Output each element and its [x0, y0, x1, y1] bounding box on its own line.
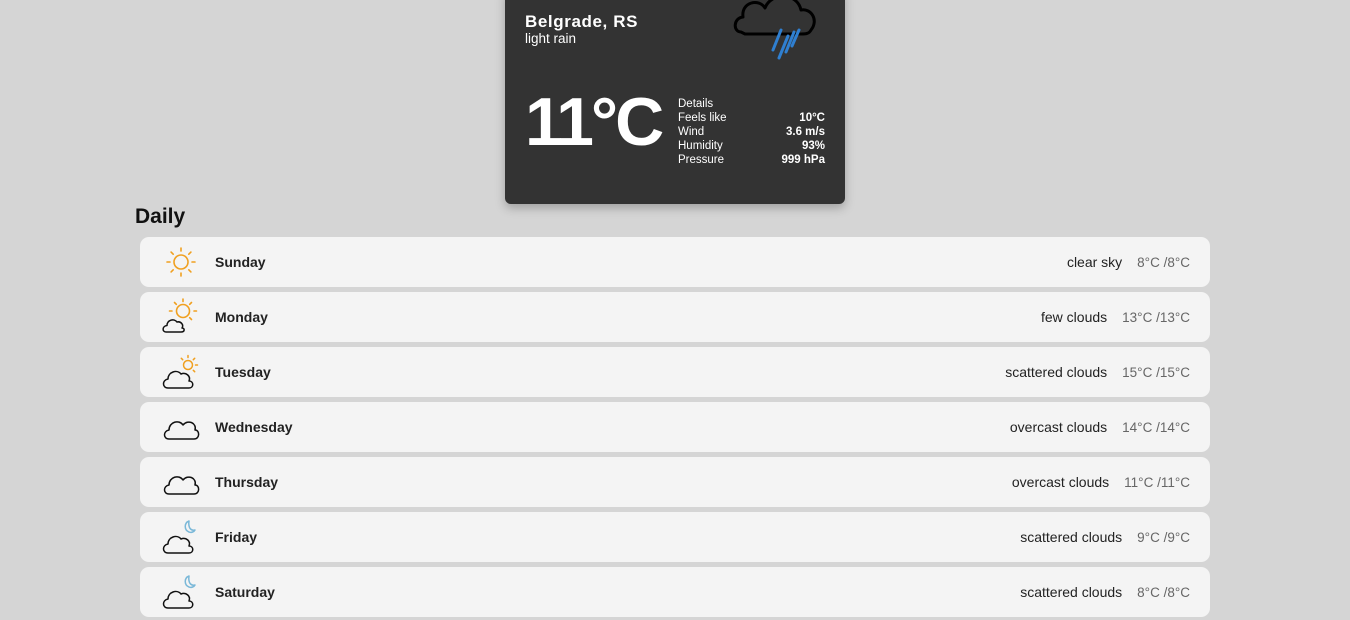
cloud-moon-icon [162, 520, 196, 554]
day-summary: scattered clouds 8°C /8°C [1020, 584, 1190, 600]
daily-row-friday[interactable]: Friday scattered clouds 9°C /9°C [140, 512, 1210, 562]
day-temperature-range: 13°C /13°C [1122, 309, 1190, 325]
day-description: scattered clouds [1005, 364, 1108, 380]
day-description: scattered clouds [1020, 584, 1123, 600]
detail-label: Wind [678, 126, 705, 138]
detail-value: 10°C [799, 112, 825, 124]
detail-label: Pressure [678, 154, 725, 166]
details-title: Details [678, 98, 714, 110]
day-summary: few clouds 13°C /13°C [1041, 309, 1190, 325]
day-name: Saturday [215, 584, 275, 600]
daily-forecast-list: Sunday clear sky 8°C /8°C Monday few clo… [140, 237, 1210, 620]
current-temperature: 11°C [525, 84, 664, 160]
daily-row-wednesday[interactable]: Wednesday overcast clouds 14°C /14°C [140, 402, 1210, 452]
day-summary: overcast clouds 14°C /14°C [1010, 419, 1190, 435]
day-description: overcast clouds [1009, 419, 1108, 435]
current-weather-card: Belgrade, RS light rain 11°C Details Fee… [505, 0, 845, 204]
cloud-sun-icon [162, 354, 199, 389]
detail-label: Feels like [678, 112, 727, 124]
detail-feels-like: Feels like 10°C [678, 111, 825, 125]
day-name: Sunday [215, 254, 266, 270]
day-summary: scattered clouds 15°C /15°C [1005, 364, 1190, 380]
sun-icon [166, 247, 196, 277]
daily-row-sunday[interactable]: Sunday clear sky 8°C /8°C [140, 237, 1210, 287]
daily-row-thursday[interactable]: Thursday overcast clouds 11°C /11°C [140, 457, 1210, 507]
day-description: overcast clouds [1011, 474, 1110, 490]
cloud-moon-icon [162, 575, 196, 609]
day-temperature-range: 15°C /15°C [1122, 364, 1190, 380]
daily-row-tuesday[interactable]: Tuesday scattered clouds 15°C /15°C [140, 347, 1210, 397]
rain-cloud-icon [733, 0, 816, 60]
day-name: Wednesday [215, 419, 293, 435]
daily-row-monday[interactable]: Monday few clouds 13°C /13°C [140, 292, 1210, 342]
details-title-row: Details [678, 97, 825, 111]
day-description: scattered clouds [1020, 529, 1123, 545]
cloud-icon [163, 476, 200, 495]
day-name: Thursday [215, 474, 279, 490]
day-description: few clouds [1041, 309, 1108, 325]
detail-value: 999 hPa [781, 154, 825, 166]
detail-value: 3.6 m/s [786, 126, 825, 138]
details-panel: Details Feels like 10°C Wind 3.6 m/s Hum… [678, 97, 825, 167]
day-temperature-range: 14°C /14°C [1122, 419, 1190, 435]
day-summary: scattered clouds 9°C /9°C [1020, 529, 1190, 545]
day-name: Monday [215, 309, 268, 325]
sun-cloud-icon [162, 298, 198, 333]
day-description: clear sky [1066, 254, 1123, 270]
day-temperature-range: 11°C /11°C [1124, 474, 1190, 490]
day-name: Friday [215, 529, 258, 545]
day-summary: clear sky 8°C /8°C [1067, 254, 1190, 270]
cloud-icon [163, 421, 200, 440]
detail-label: Humidity [678, 140, 723, 152]
day-temperature-range: 9°C /9°C [1137, 529, 1190, 545]
city-name: Belgrade, RS [525, 12, 639, 31]
daily-row-saturday[interactable]: Saturday scattered clouds 8°C /8°C [140, 567, 1210, 617]
detail-pressure: Pressure 999 hPa [678, 153, 825, 167]
day-name: Tuesday [215, 364, 271, 380]
daily-title: Daily [135, 205, 186, 228]
day-summary: overcast clouds 11°C /11°C [1012, 474, 1190, 490]
weather-app: Belgrade, RS light rain 11°C Details Fee… [0, 0, 1350, 620]
day-temperature-range: 8°C /8°C [1137, 584, 1190, 600]
detail-humidity: Humidity 93% [678, 139, 825, 153]
day-temperature-range: 8°C /8°C [1137, 254, 1190, 270]
current-description: light rain [525, 31, 577, 46]
detail-value: 93% [801, 140, 825, 152]
detail-wind: Wind 3.6 m/s [678, 125, 825, 139]
